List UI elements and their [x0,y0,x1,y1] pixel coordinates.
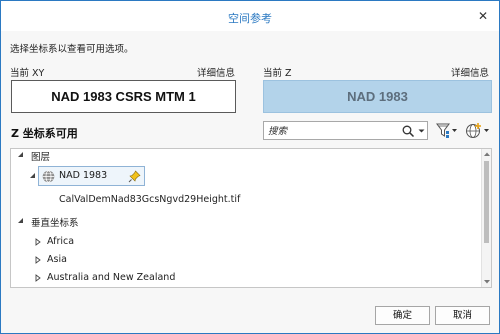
tree-node-label: Australia and New Zealand [47,272,176,283]
z-section-title: Z 坐标系可用 [11,127,78,140]
layer-file-item[interactable]: CalValDemNad83GcsNgvd29Height.tif [59,192,240,208]
tree-node-region[interactable]: Asia [11,252,471,268]
scroll-thumb[interactable] [484,161,489,243]
tree-node-vertical[interactable]: 垂直坐标系 [11,216,481,232]
tree-node-region[interactable]: Africa [11,234,471,250]
tree-node-label: 垂直坐标系 [31,218,79,229]
z-details-link[interactable]: 详细信息 [451,65,489,79]
scroll-down-icon[interactable] [483,279,491,285]
collapsed-arrow-icon[interactable] [33,270,43,286]
selected-crs-label: NAD 1983 [59,170,108,181]
instructions-text: 选择坐标系以查看可用选项。 [10,44,134,55]
current-xy-label: 当前 XY [10,68,45,79]
ok-button[interactable]: 确定 [375,306,430,325]
tree-node-label: Africa [47,236,75,247]
coordinate-system-tree: 图层 NAD 1983 CalValDemNad83GcsNgvd29Heigh… [10,148,492,288]
tree-node-layers[interactable]: 图层 [11,150,481,166]
close-button[interactable]: ✕ [473,7,493,25]
dialog-title: 空间参考 [228,12,272,25]
pin-icon[interactable] [128,170,141,183]
tree-node-label: Asia [47,254,67,265]
search-icon[interactable] [401,124,415,138]
filter-icon[interactable] [434,121,460,140]
chevron-down-icon[interactable] [417,126,426,136]
search-input[interactable] [268,124,396,138]
expanded-arrow-icon[interactable] [16,216,26,232]
current-xy-box[interactable]: NAD 1983 CSRS MTM 1 [11,80,236,113]
tree-node-label: 图层 [31,152,51,163]
current-z-box[interactable]: NAD 1983 [263,80,492,113]
search-box[interactable] [263,121,428,140]
scroll-up-icon[interactable] [483,151,491,157]
current-z-label: 当前 Z [263,68,292,79]
selected-crs-item[interactable]: NAD 1983 [38,166,145,186]
title-bar: 空间参考 ✕ [1,1,499,31]
collapsed-arrow-icon[interactable] [33,252,43,268]
tree-node-region[interactable]: Australia and New Zealand [11,270,471,286]
tree-scrollbar[interactable] [481,149,491,287]
cancel-button[interactable]: 取消 [435,306,490,325]
xy-details-link[interactable]: 详细信息 [197,65,235,79]
expanded-arrow-icon[interactable] [28,170,38,186]
spatial-reference-dialog: 空间参考 ✕ 选择坐标系以查看可用选项。 当前 XY 详细信息 当前 Z 详细信… [0,0,500,334]
collapsed-arrow-icon[interactable] [33,234,43,250]
globe-icon [42,170,55,183]
globe-add-icon[interactable] [463,121,493,140]
expanded-arrow-icon[interactable] [16,150,26,166]
